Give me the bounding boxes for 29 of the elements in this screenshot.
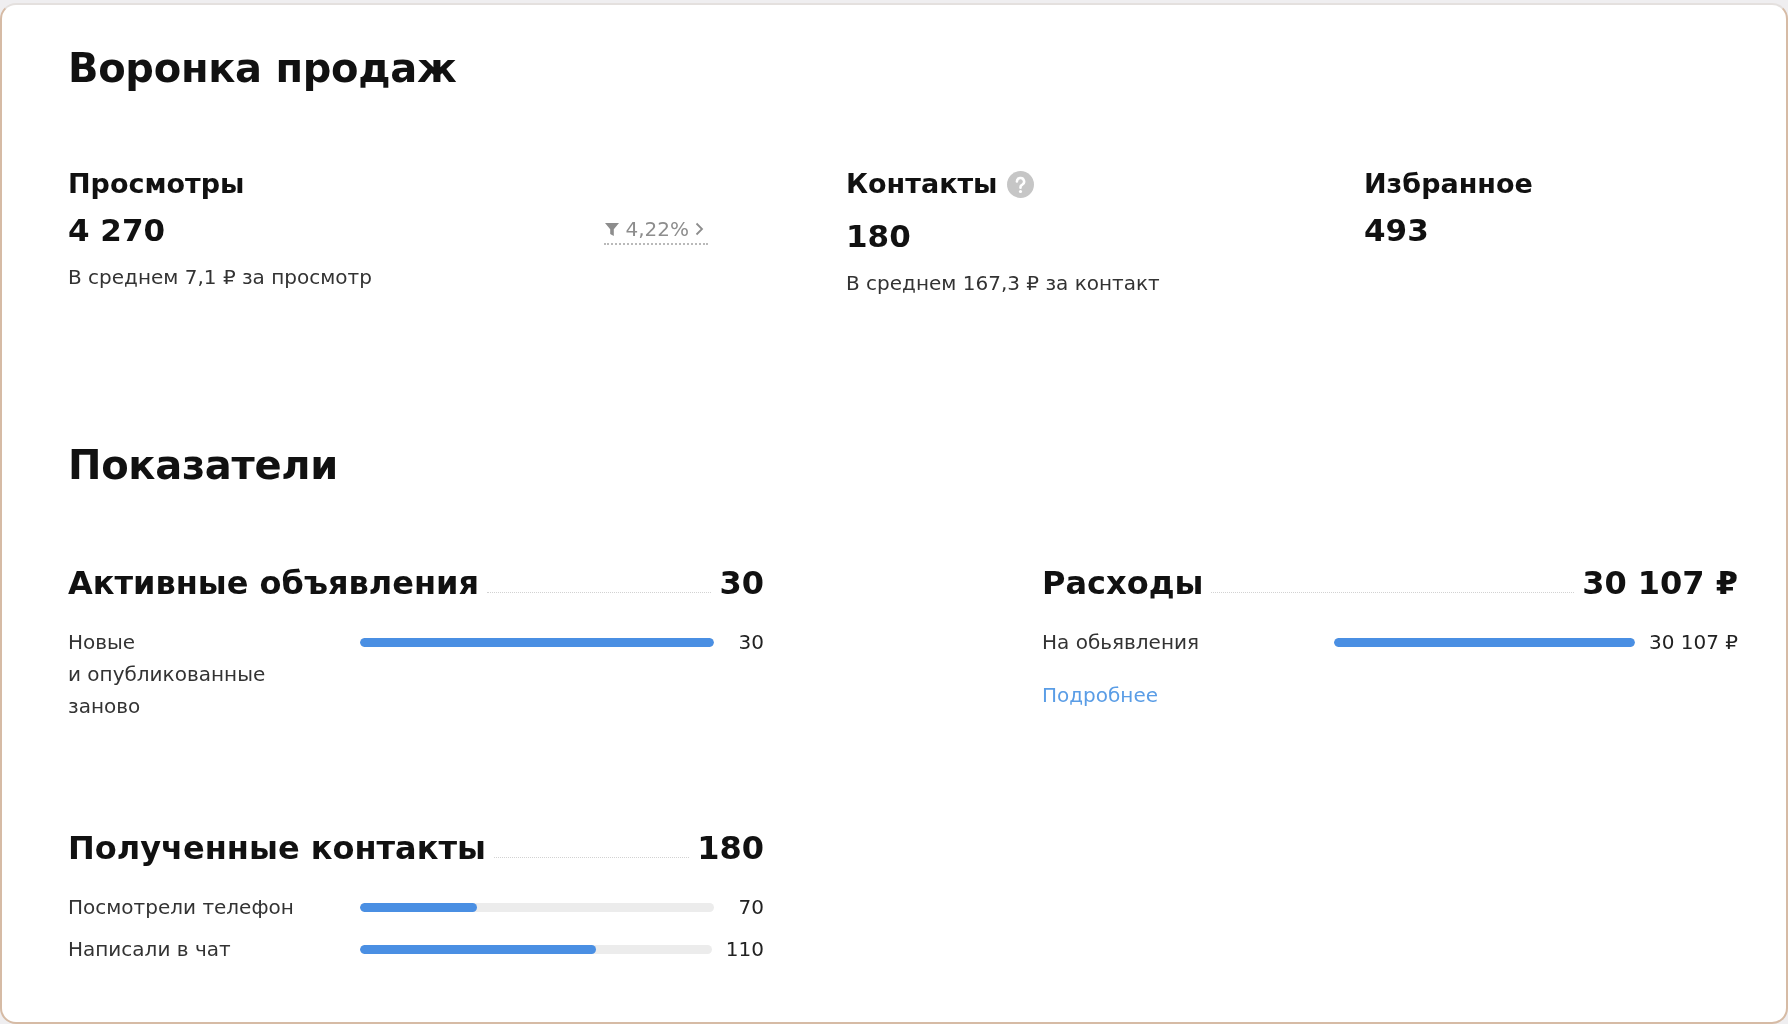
stat-note: В среднем 167,3 ₽ за контакт bbox=[846, 271, 1160, 295]
details-link[interactable]: Подробнее bbox=[1042, 679, 1159, 711]
row-value: 30 bbox=[737, 629, 764, 656]
stat-value: 493 bbox=[1364, 212, 1429, 249]
section-title: Показатели bbox=[68, 441, 338, 489]
conversion-link[interactable]: 4,22% bbox=[604, 216, 708, 245]
row-label: Написали в чат bbox=[68, 936, 231, 963]
stat-value: 180 bbox=[846, 218, 911, 255]
stat-label: Просмотры bbox=[68, 168, 245, 200]
row-label: На обьявления bbox=[1042, 629, 1200, 656]
stat-label: Контакты bbox=[846, 168, 998, 200]
group-title: Расходы bbox=[1042, 564, 1204, 602]
stat-label: Избранное bbox=[1364, 168, 1533, 200]
section-title: Воронка продаж bbox=[68, 44, 457, 92]
row-value: 30 107 ₽ bbox=[1648, 629, 1738, 656]
funnel-icon bbox=[604, 220, 621, 237]
row-value: 70 bbox=[737, 894, 764, 921]
row-label: Новые и опубликованные заново bbox=[68, 629, 267, 720]
stat-note: В среднем 7,1 ₽ за просмотр bbox=[68, 265, 372, 289]
stat-value: 4 270 bbox=[68, 212, 166, 249]
help-icon[interactable] bbox=[1006, 171, 1034, 198]
row-label: Посмотрели телефон bbox=[68, 894, 294, 921]
group-title: Полученные контакты bbox=[68, 829, 486, 867]
group-total: 180 bbox=[697, 829, 764, 867]
row-value: 110 bbox=[725, 936, 764, 963]
group-title: Активные объявления bbox=[68, 564, 479, 602]
group-total: 30 107 ₽ bbox=[1582, 564, 1738, 602]
chevron-right-icon bbox=[694, 220, 704, 237]
group-total: 30 bbox=[719, 564, 764, 602]
